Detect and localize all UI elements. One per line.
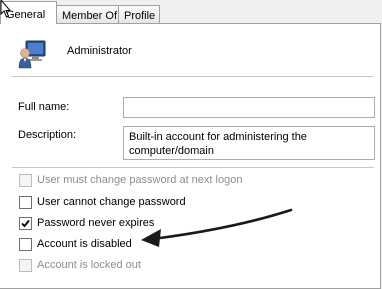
- full-name-field[interactable]: [123, 97, 375, 118]
- user-name: Administrator: [67, 45, 132, 57]
- account-disabled-checkbox[interactable]: [19, 238, 32, 251]
- account-locked-out-label: Account is locked out: [37, 259, 141, 271]
- tab-bar: General Member Of Profile: [0, 0, 382, 24]
- tab-general[interactable]: General: [0, 1, 57, 24]
- tab-general-label: General: [6, 9, 46, 21]
- must-change-password-checkbox[interactable]: [19, 174, 32, 187]
- user-account-icon: [17, 39, 47, 69]
- description-label: Description:: [18, 129, 77, 141]
- description-value: Built-in account for administering the c…: [129, 131, 307, 157]
- general-tab-panel: Administrator Full name: Description: Bu…: [0, 23, 381, 289]
- cannot-change-password-checkbox[interactable]: [19, 196, 32, 209]
- must-change-password-label: User must change password at next logon: [37, 174, 243, 186]
- password-never-expires-label: Password never expires: [37, 217, 155, 229]
- password-never-expires-checkbox[interactable]: [19, 217, 32, 230]
- full-name-label: Full name:: [18, 101, 70, 113]
- separator: [12, 76, 374, 77]
- tab-profile-label: Profile: [124, 10, 156, 22]
- cannot-change-password-label: User cannot change password: [37, 196, 186, 208]
- tab-member-of[interactable]: Member Of: [56, 5, 119, 23]
- checkmark-icon: [21, 219, 30, 228]
- tab-profile[interactable]: Profile: [118, 5, 160, 23]
- description-field[interactable]: Built-in account for administering the c…: [123, 126, 375, 160]
- account-disabled-label: Account is disabled: [37, 238, 132, 250]
- account-locked-out-checkbox[interactable]: [19, 259, 32, 272]
- tab-member-of-label: Member Of: [62, 10, 118, 22]
- separator: [12, 167, 374, 168]
